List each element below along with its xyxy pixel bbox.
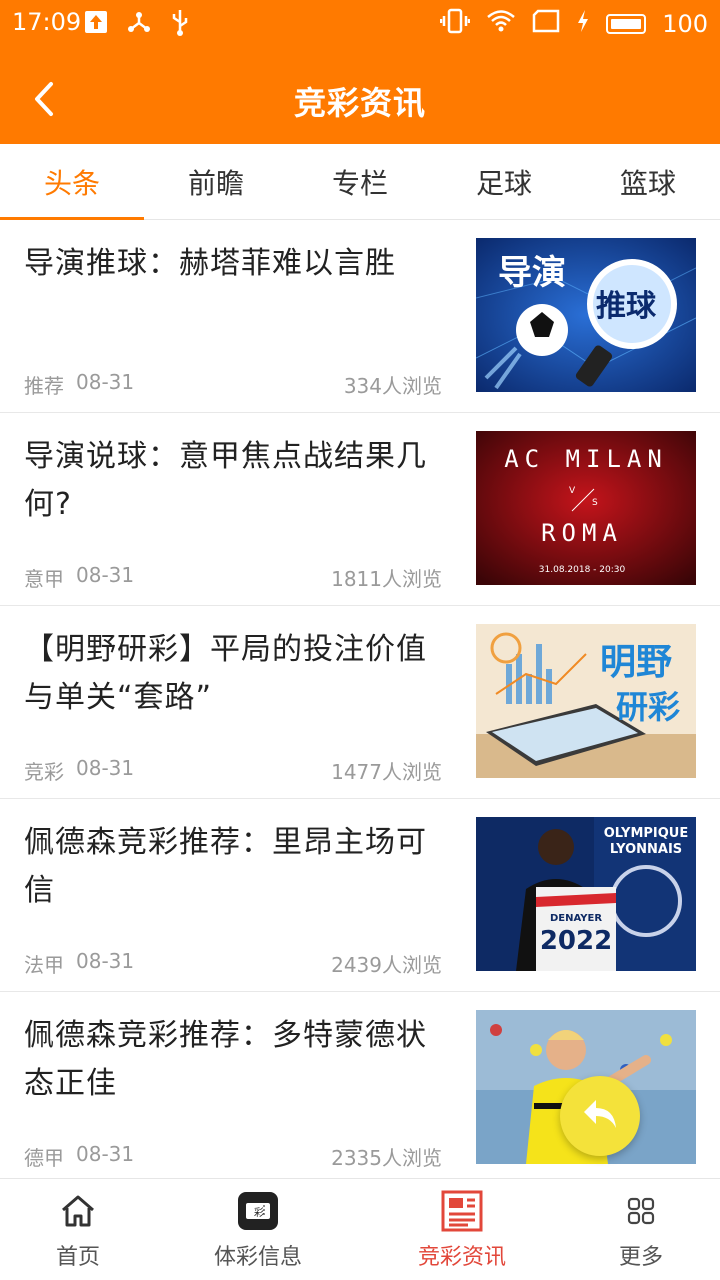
grid-icon (626, 1189, 656, 1233)
usb-icon (170, 8, 190, 40)
article-date: 08-31 (76, 949, 135, 973)
article-thumbnail: 导演 推球 (476, 238, 696, 392)
page-title: 竞彩资讯 (293, 84, 426, 122)
svg-text:彩: 彩 (254, 1207, 264, 1219)
tab-headlines[interactable]: 头条 (0, 144, 144, 221)
reply-icon (580, 1096, 620, 1136)
svg-text:S: S (592, 498, 598, 508)
article-date: 08-31 (76, 1142, 135, 1166)
article-date: 08-31 (76, 370, 135, 394)
article-views: 1477人浏览 (331, 760, 442, 784)
top-bar: 17:09 100 竞彩资讯 (0, 0, 720, 144)
svg-text:V: V (569, 486, 576, 496)
thumb-text-title: 明野 (600, 642, 672, 683)
nav-more[interactable]: 更多 (596, 1179, 686, 1280)
article-title: 导演说球：意甲焦点战结果几何? (24, 439, 427, 522)
thumb-text-club2: LYONNAIS (610, 842, 682, 857)
home-icon (59, 1189, 97, 1233)
category-tabs: 头条 前瞻 专栏 足球 篮球 (0, 144, 720, 221)
article-thumbnail: OLYMPIQUE LYONNAIS DENAYER 2022 (476, 817, 696, 971)
nav-home[interactable]: 首页 (28, 1179, 128, 1280)
tab-basketball[interactable]: 篮球 (576, 144, 720, 220)
article-item[interactable]: 【明野研彩】平局的投注价值与单关“套路” 竞彩 08-31 1477人浏览 明野… (0, 606, 720, 799)
article-date: 08-31 (76, 756, 135, 780)
article-views: 1811人浏览 (331, 567, 442, 591)
charging-icon (576, 9, 590, 39)
article-category: 竞彩 (24, 760, 64, 784)
tab-column[interactable]: 专栏 (288, 144, 432, 220)
nav-lottery-info[interactable]: 彩 体彩信息 (198, 1179, 318, 1280)
thumb-text-year: 2022 (540, 926, 612, 956)
article-item[interactable]: 导演说球：意甲焦点战结果几何? 意甲 08-31 1811人浏览 AC MILA… (0, 413, 720, 606)
nav-sports-news[interactable]: 竞彩资讯 (402, 1179, 522, 1280)
article-thumbnail: 明野 研彩 (476, 624, 696, 778)
thumb-text-sub: 研彩 (616, 688, 680, 726)
thumb-text-team1: AC MILAN (504, 445, 668, 473)
article-title: 导演推球：赫塔菲难以言胜 (24, 246, 396, 281)
battery-icon (606, 14, 647, 34)
article-item[interactable]: 导演推球：赫塔菲难以言胜 推荐 08-31 334人浏览 导演 推球 (0, 220, 720, 413)
tab-preview[interactable]: 前瞻 (144, 144, 288, 220)
upload-icon (84, 10, 108, 38)
article-thumbnail: AC MILAN V S ROMA 31.08.2018 - 20:30 (476, 431, 696, 585)
battery-level: 100 (662, 10, 708, 38)
share-icon (126, 9, 152, 39)
status-bar: 17:09 100 (0, 0, 720, 44)
article-title: 佩德森竞彩推荐：里昂主场可信 (24, 825, 427, 908)
newspaper-icon (440, 1189, 484, 1233)
article-date: 08-31 (76, 563, 135, 587)
thumb-text-date: 31.08.2018 - 20:30 (539, 565, 626, 575)
vibrate-icon (439, 8, 471, 40)
article-views: 2439人浏览 (331, 953, 442, 977)
wifi-icon (486, 8, 516, 40)
article-views: 334人浏览 (343, 374, 442, 398)
nav-lottery-info-label: 体彩信息 (213, 1245, 302, 1270)
thumb-text-club1: OLYMPIQUE (604, 826, 689, 841)
status-right: 100 (439, 8, 708, 40)
bottom-nav: 首页 彩 体彩信息 竞彩资讯 更多 (0, 1178, 720, 1280)
nav-home-label: 首页 (55, 1245, 100, 1270)
article-category: 推荐 (24, 374, 64, 398)
status-time: 17:09 (12, 8, 82, 36)
lottery-tv-icon: 彩 (236, 1189, 280, 1233)
thumb-text-title: 导演 (498, 253, 566, 293)
thumb-text-team2: ROMA (541, 519, 623, 547)
article-title: 【明野研彩】平局的投注价值与单关“套路” (24, 632, 427, 715)
sim-icon (532, 9, 560, 39)
app-root: 17:09 100 竞彩资讯 头条 前瞻 专栏 足球 篮球 导演推球：赫塔菲难以… (0, 0, 720, 1280)
article-category: 意甲 (24, 567, 64, 591)
article-category: 德甲 (24, 1146, 64, 1170)
status-left-icons (84, 8, 190, 40)
nav-sports-news-label: 竞彩资讯 (417, 1245, 506, 1270)
article-item[interactable]: 佩德森竞彩推荐：里昂主场可信 法甲 08-31 2439人浏览 OLYMPIQU… (0, 799, 720, 992)
reply-button[interactable] (560, 1076, 640, 1156)
nav-more-label: 更多 (618, 1245, 663, 1270)
article-list: 导演推球：赫塔菲难以言胜 推荐 08-31 334人浏览 导演 推球 导演说球：… (0, 220, 720, 1178)
thumb-text-sub: 推球 (596, 289, 657, 324)
tab-football[interactable]: 足球 (432, 144, 576, 220)
article-title: 佩德森竞彩推荐：多特蒙德状态正佳 (24, 1018, 427, 1101)
article-views: 2335人浏览 (331, 1146, 442, 1170)
article-category: 法甲 (24, 953, 64, 977)
thumb-text-player: DENAYER (550, 913, 602, 924)
